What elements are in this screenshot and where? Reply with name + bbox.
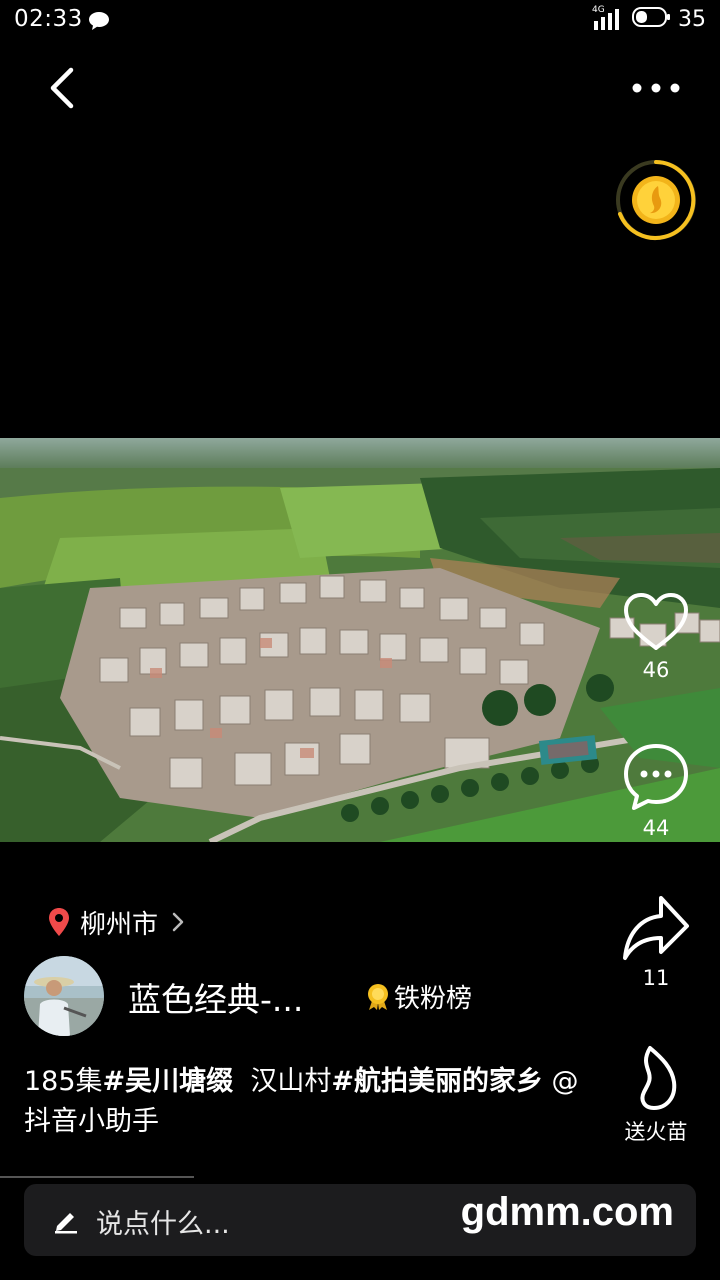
share-count: 11 bbox=[642, 966, 670, 990]
battery-icon bbox=[632, 6, 672, 32]
battery-level: 35 bbox=[678, 6, 706, 32]
caption-village: 汉山村 bbox=[250, 1066, 332, 1097]
flame-icon bbox=[640, 1046, 677, 1110]
back-arrow-icon bbox=[50, 67, 74, 109]
message-notification-icon bbox=[88, 11, 110, 35]
chevron-right-icon bbox=[172, 912, 184, 932]
share-action[interactable]: 11 bbox=[606, 894, 706, 990]
like-action[interactable]: 46 bbox=[606, 590, 706, 682]
comment-placeholder: 说点什么... bbox=[96, 1209, 230, 1240]
avatar-image bbox=[24, 956, 104, 1036]
author-avatar[interactable] bbox=[24, 956, 104, 1036]
author-name[interactable]: 蓝色经典-... bbox=[128, 973, 303, 1021]
medal-icon bbox=[368, 983, 388, 1010]
comment-input-bar[interactable]: 说点什么... gdmm.com bbox=[24, 1184, 696, 1256]
location-tag[interactable]: 柳州市 bbox=[48, 902, 184, 942]
more-dots-icon bbox=[632, 83, 680, 93]
watermark: gdmm.com bbox=[460, 1190, 674, 1234]
heart-icon bbox=[624, 593, 688, 650]
video-caption: 185集#吴川塘缀 汉山村#航拍美丽的家乡 @抖音小助手 bbox=[24, 1062, 584, 1142]
location-text: 柳州市 bbox=[80, 909, 159, 940]
like-count: 46 bbox=[642, 658, 670, 682]
progress-divider bbox=[0, 1176, 194, 1178]
send-flame-action[interactable]: 送火苗 bbox=[606, 1044, 706, 1146]
status-right-group: 4G 35 bbox=[592, 5, 706, 32]
location-pin-icon bbox=[49, 908, 69, 936]
share-arrow-icon bbox=[623, 896, 689, 960]
coin-icon bbox=[616, 160, 696, 240]
coin-reward-widget[interactable] bbox=[612, 156, 700, 244]
more-options-button[interactable] bbox=[622, 70, 690, 106]
hashtag-wuchuan[interactable]: #吴川塘缀 bbox=[103, 1066, 234, 1097]
status-bar: 02:33 4G 35 bbox=[0, 0, 720, 40]
send-flame-label: 送火苗 bbox=[624, 1120, 688, 1144]
comment-count: 44 bbox=[642, 816, 670, 840]
comment-action[interactable]: 44 bbox=[606, 742, 706, 840]
comment-bubble-icon bbox=[624, 744, 688, 810]
caption-episode: 185集 bbox=[24, 1066, 103, 1097]
pencil-icon bbox=[55, 1213, 77, 1234]
iron-fan-rank-badge[interactable]: 铁粉榜 bbox=[366, 978, 472, 1015]
back-button[interactable] bbox=[36, 62, 88, 114]
status-time: 02:33 bbox=[14, 6, 83, 32]
signal-icon: 4G bbox=[592, 5, 626, 31]
iron-fan-rank-label: 铁粉榜 bbox=[394, 984, 473, 1014]
hashtag-aerial-hometown[interactable]: #航拍美丽的家乡 bbox=[331, 1066, 543, 1097]
